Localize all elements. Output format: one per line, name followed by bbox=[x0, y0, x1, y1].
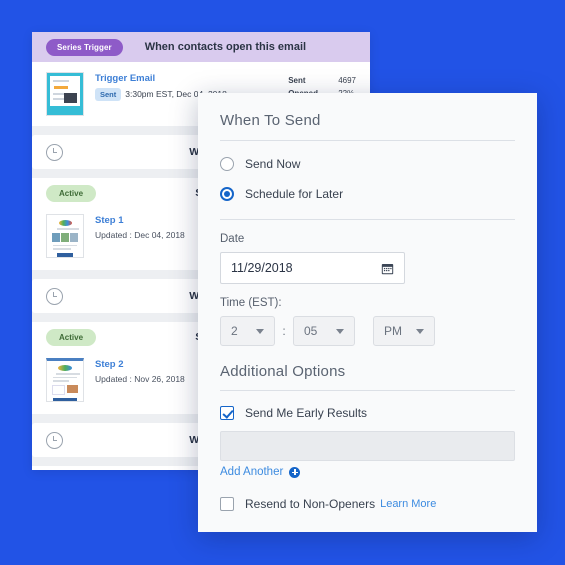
divider bbox=[220, 390, 515, 391]
stat-value-sent: 4697 bbox=[338, 76, 356, 85]
step-card-2-body: Step 2 Updated : Nov 26, 2018 bbox=[95, 358, 185, 384]
checkbox-row-early-results[interactable]: Send Me Early Results bbox=[220, 406, 515, 420]
hour-select[interactable]: 2 bbox=[220, 316, 275, 346]
step-2-updated: Updated : Nov 26, 2018 bbox=[95, 374, 185, 384]
clock-icon bbox=[46, 143, 63, 161]
date-input-value: 11/29/2018 bbox=[231, 261, 293, 275]
active-pill-2: Active bbox=[46, 328, 97, 346]
when-to-send-modal: When To Send Send Now Schedule for Later… bbox=[198, 93, 537, 532]
add-another-button[interactable]: Add Another bbox=[220, 466, 515, 478]
email-thumbnail bbox=[46, 72, 84, 116]
minute-select-value: 05 bbox=[304, 324, 318, 338]
time-separator: : bbox=[282, 324, 286, 338]
step-1-link[interactable]: Step 1 bbox=[95, 215, 185, 226]
workflow-header: Series Trigger When contacts open this e… bbox=[32, 32, 370, 62]
sent-status-pill: Sent bbox=[95, 88, 122, 101]
divider bbox=[220, 219, 515, 220]
early-results-email-input[interactable] bbox=[220, 431, 515, 461]
checkbox-row-resend-non-openers[interactable]: Resend to Non-Openers Learn More bbox=[220, 497, 515, 511]
trigger-email-link[interactable]: Trigger Email bbox=[95, 73, 227, 84]
stat-label-sent: Sent bbox=[288, 76, 306, 85]
step-1-updated: Updated : Dec 04, 2018 bbox=[95, 230, 185, 240]
radio-option-send-now[interactable]: Send Now bbox=[220, 157, 515, 171]
date-input[interactable]: 11/29/2018 bbox=[220, 252, 405, 284]
date-label: Date bbox=[220, 233, 245, 245]
radio-schedule-later-label: Schedule for Later bbox=[245, 187, 344, 201]
step-card-1-body: Step 1 Updated : Dec 04, 2018 bbox=[95, 214, 185, 240]
checkbox-early-results-label: Send Me Early Results bbox=[245, 406, 368, 420]
email-thumbnail bbox=[46, 358, 84, 402]
add-another-label: Add Another bbox=[220, 466, 284, 478]
checkbox-resend-icon[interactable] bbox=[220, 497, 234, 511]
calendar-icon[interactable] bbox=[381, 262, 394, 275]
hour-select-value: 2 bbox=[231, 324, 238, 338]
radio-send-now-icon[interactable] bbox=[220, 157, 234, 171]
additional-options-title: Additional Options bbox=[220, 363, 346, 380]
clock-icon bbox=[46, 287, 63, 305]
screen-background: Series Trigger When contacts open this e… bbox=[0, 0, 565, 565]
radio-schedule-later-icon[interactable] bbox=[220, 187, 234, 201]
meridiem-select[interactable]: PM bbox=[373, 316, 435, 346]
modal-title: When To Send bbox=[220, 112, 321, 129]
email-thumbnail bbox=[46, 214, 84, 258]
radio-option-schedule-later[interactable]: Schedule for Later bbox=[220, 187, 515, 201]
step-2-link[interactable]: Step 2 bbox=[95, 359, 185, 370]
learn-more-link[interactable]: Learn More bbox=[380, 498, 436, 510]
time-selectors: 2 : 05 PM bbox=[220, 316, 515, 346]
checkbox-resend-label: Resend to Non-Openers bbox=[245, 497, 376, 511]
minute-select[interactable]: 05 bbox=[293, 316, 355, 346]
plus-circle-icon bbox=[289, 466, 301, 478]
checkbox-early-results-icon[interactable] bbox=[220, 406, 234, 420]
chevron-down-icon bbox=[256, 328, 264, 334]
chevron-down-icon bbox=[416, 328, 424, 334]
active-pill-1: Active bbox=[46, 184, 97, 202]
time-label: Time (EST): bbox=[220, 297, 282, 309]
chevron-down-icon bbox=[336, 328, 344, 334]
meridiem-select-value: PM bbox=[384, 324, 402, 338]
workflow-header-title: When contacts open this email bbox=[144, 41, 307, 53]
clock-icon bbox=[46, 431, 63, 449]
radio-send-now-label: Send Now bbox=[245, 157, 301, 171]
series-trigger-badge: Series Trigger bbox=[46, 38, 123, 56]
stat-row-sent: Sent 4697 bbox=[288, 74, 356, 87]
divider bbox=[220, 140, 515, 141]
